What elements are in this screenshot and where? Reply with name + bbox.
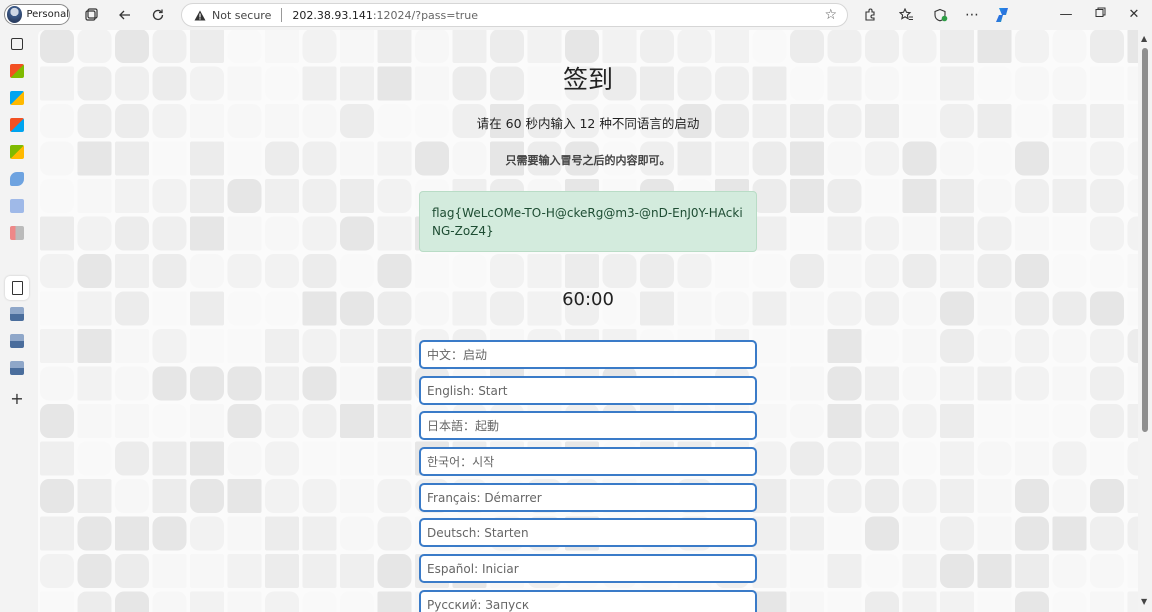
url-text[interactable]: 202.38.93.141:12024/?pass=true — [292, 9, 478, 22]
input-german[interactable] — [419, 518, 757, 547]
more-icon[interactable]: ⋯ — [962, 5, 982, 25]
tabs-icon[interactable] — [81, 5, 101, 25]
browser-essentials-icon[interactable] — [930, 5, 950, 25]
countdown-timer: 60:00 — [562, 289, 614, 310]
page-title: 签到 — [562, 65, 613, 94]
browser-toolbar: Personal Not secure 202.38.93.141:12024/… — [0, 0, 1152, 30]
music-icon[interactable] — [10, 172, 24, 186]
warning-icon — [194, 10, 206, 20]
page-content: 签到 请在 60 秒内输入 12 种不同语言的启动 只需要输入冒号之后的内容即可… — [38, 30, 1138, 612]
favorite-star-icon[interactable]: ☆ — [824, 7, 837, 23]
image-icon-3[interactable] — [10, 361, 24, 375]
favorites-icon[interactable] — [896, 5, 916, 25]
minimize-icon[interactable]: — — [1058, 7, 1074, 22]
office-app-icon-3[interactable] — [10, 118, 24, 132]
sidebar-tabs-icon[interactable] — [11, 38, 23, 50]
profile-label: Personal — [26, 9, 69, 20]
scrollbar-thumb[interactable] — [1142, 48, 1148, 432]
office-app-icon-4[interactable] — [10, 145, 24, 159]
browser-sidebar: + — [0, 30, 38, 612]
url-path: :12024/?pass=true — [372, 8, 479, 22]
instructions: 请在 60 秒内输入 12 种不同语言的启动 — [476, 116, 700, 131]
document-icon[interactable] — [10, 199, 24, 213]
input-japanese[interactable] — [419, 411, 757, 440]
input-korean[interactable] — [419, 447, 757, 476]
chart-icon[interactable] — [10, 226, 24, 240]
add-icon[interactable]: + — [10, 391, 24, 407]
extensions-icon[interactable] — [860, 5, 880, 25]
input-russian[interactable] — [419, 590, 757, 612]
maximize-icon[interactable] — [1092, 7, 1108, 22]
avatar — [7, 6, 23, 23]
address-divider — [281, 8, 283, 22]
page-scrollbar[interactable]: ▲ ▼ — [1138, 30, 1152, 612]
page-icon[interactable] — [12, 281, 23, 295]
close-icon[interactable]: ✕ — [1126, 7, 1142, 22]
security-label[interactable]: Not secure — [212, 9, 271, 22]
input-spanish[interactable] — [419, 554, 757, 583]
image-icon-2[interactable] — [10, 334, 24, 348]
url-host: 202.38.93.141 — [292, 8, 373, 22]
office-app-icon[interactable] — [10, 64, 24, 78]
address-bar[interactable]: Not secure 202.38.93.141:12024/?pass=tru… — [181, 3, 848, 27]
scroll-down-arrow-icon[interactable]: ▼ — [1141, 597, 1147, 606]
copilot-icon[interactable] — [993, 5, 1013, 25]
image-icon[interactable] — [10, 307, 24, 321]
input-chinese[interactable] — [419, 340, 757, 369]
profile-button[interactable]: Personal — [4, 4, 70, 25]
hint-text: 只需要输入冒号之后的内容即可。 — [505, 154, 671, 167]
flag-alert: flag{WeLcOMe-TO-H@ckeRg@m3-@nD-EnJ0Y-HAc… — [419, 191, 757, 252]
input-english[interactable] — [419, 376, 757, 405]
page-viewport: 签到 请在 60 秒内输入 12 种不同语言的启动 只需要输入冒号之后的内容即可… — [38, 30, 1138, 612]
refresh-icon[interactable] — [148, 5, 168, 25]
input-french[interactable] — [419, 483, 757, 512]
back-icon[interactable] — [115, 5, 135, 25]
scroll-up-arrow-icon[interactable]: ▲ — [1141, 34, 1147, 43]
office-app-icon-2[interactable] — [10, 91, 24, 105]
